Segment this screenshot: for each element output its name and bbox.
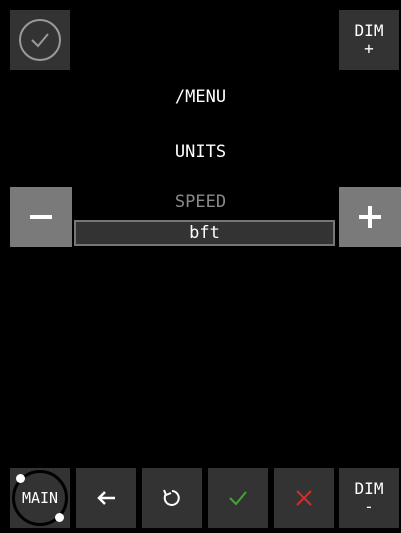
check-icon (229, 491, 247, 506)
main-label: MAIN (21, 489, 59, 507)
minus-icon (30, 215, 52, 219)
cancel-button[interactable] (274, 468, 334, 528)
menu-title: /MENU (174, 87, 227, 107)
reset-button[interactable] (142, 468, 202, 528)
section-title: UNITS (174, 142, 227, 162)
dim-down-sign: - (364, 497, 374, 516)
check-circle-icon (19, 19, 61, 61)
dim-down-label: DIM (354, 479, 384, 498)
back-button[interactable] (76, 468, 136, 528)
refresh-icon (163, 489, 180, 506)
ok-button[interactable] (10, 10, 70, 70)
dim-up-button[interactable]: DIM + (339, 10, 399, 70)
ring-dot-icon (16, 474, 25, 483)
decrement-button[interactable] (10, 187, 72, 247)
speed-unit-value[interactable]: bft (74, 220, 335, 246)
main-button[interactable]: MAIN (10, 468, 70, 528)
arrow-left-icon (97, 491, 115, 505)
plus-icon (359, 206, 381, 228)
increment-button[interactable] (339, 187, 401, 247)
dim-down-button[interactable]: DIM - (339, 468, 399, 528)
x-icon (296, 490, 312, 506)
dim-up-sign: + (364, 39, 374, 58)
dim-up-label: DIM (354, 21, 384, 40)
confirm-button[interactable] (208, 468, 268, 528)
main-ring-icon: MAIN (12, 470, 68, 526)
ring-dot-icon (55, 513, 64, 522)
